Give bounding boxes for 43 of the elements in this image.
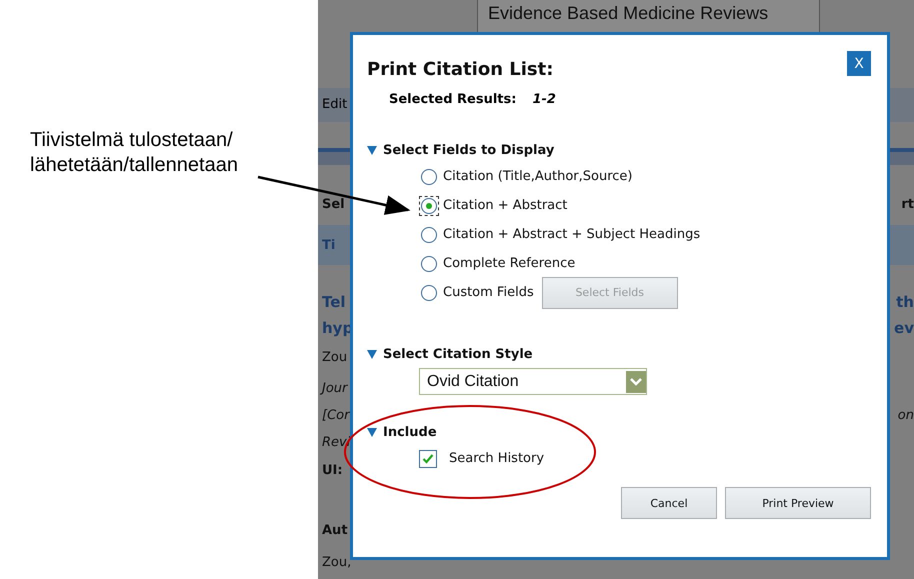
page-text: UI: [322, 462, 343, 478]
page-text: Jour [322, 380, 348, 396]
page-text: Tel [322, 293, 346, 312]
checkmark-icon [422, 452, 434, 464]
page-text: Sel [322, 196, 345, 212]
page-text: Zou, [322, 554, 352, 570]
section-title: Select Fields to Display [383, 143, 554, 158]
selected-results-value: 1-2 [532, 92, 556, 107]
page-text: Ti [322, 238, 336, 253]
page-text: th [896, 293, 914, 312]
dialog-title: Print Citation List: [367, 59, 554, 80]
triangle-icon[interactable] [367, 428, 377, 437]
option-label: Citation + Abstract [443, 198, 568, 213]
close-button[interactable]: X [847, 51, 871, 76]
option-label: Search History [449, 451, 544, 466]
option-label: Citation (Title,Author,Source) [443, 169, 632, 184]
section-title: Select Citation Style [383, 347, 533, 362]
page-text: on [898, 408, 914, 423]
callout-text: lähetetään/tallennetaan [30, 153, 239, 178]
selected-results-label: Selected Results: [389, 92, 516, 107]
page-text: Zou [322, 350, 348, 366]
callout-text: Tiivistelmä tulostetaan/ [30, 128, 234, 153]
section-title: Include [383, 425, 437, 440]
page-text: Aut [322, 522, 348, 538]
page-text: ev [894, 318, 914, 337]
option-label: Citation + Abstract + Subject Headings [443, 227, 700, 242]
radio-button[interactable] [419, 166, 439, 186]
page-text: [Cor [322, 408, 350, 423]
select-fields-button: Select Fields [542, 276, 678, 308]
page-text: Edit [322, 97, 348, 112]
triangle-icon[interactable] [367, 350, 377, 359]
option-label: Custom Fields [443, 285, 534, 300]
radio-button[interactable] [419, 282, 439, 302]
cancel-button[interactable]: Cancel [621, 487, 717, 519]
radio-button[interactable] [419, 254, 439, 274]
radio-button[interactable] [419, 196, 439, 216]
citation-style-dropdown[interactable]: Ovid Citation [419, 368, 647, 395]
radio-button[interactable] [419, 224, 439, 244]
option-label: Complete Reference [443, 256, 576, 271]
checkbox[interactable] [419, 450, 437, 468]
print-preview-button[interactable]: Print Preview [725, 487, 871, 519]
page-text: rt [901, 196, 914, 212]
triangle-icon[interactable] [367, 146, 377, 155]
